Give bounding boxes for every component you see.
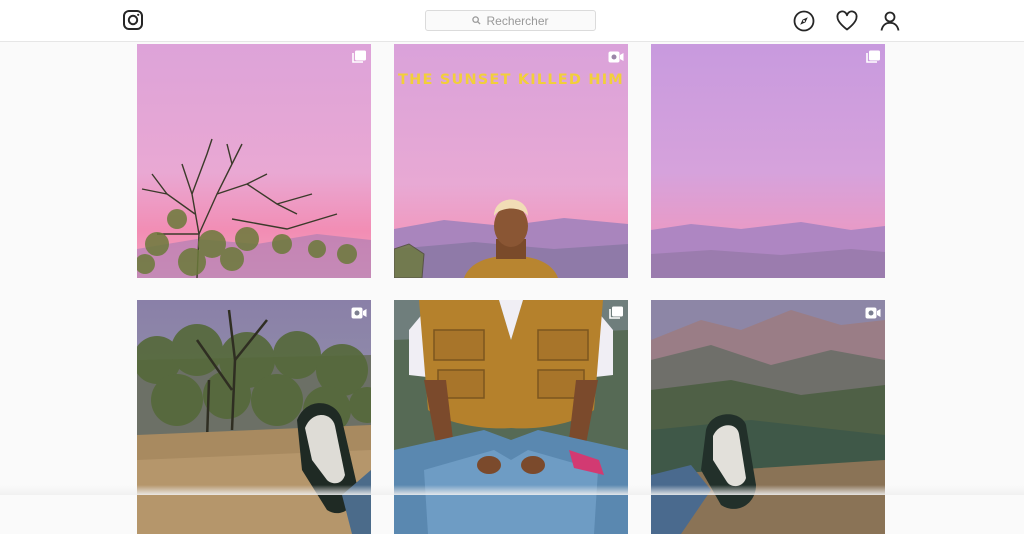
post-overlay-text: THE SUNSET KILLED HIM bbox=[398, 72, 624, 88]
post-image-pink-sky-mountains bbox=[651, 44, 885, 278]
post-tile-5[interactable] bbox=[394, 300, 628, 534]
album-icon bbox=[866, 50, 880, 63]
video-icon bbox=[865, 307, 881, 319]
post-tile-4[interactable] bbox=[137, 300, 371, 534]
post-grid: THE SUNSET KILLED HIM bbox=[0, 0, 1024, 534]
bottom-fade bbox=[0, 485, 1024, 495]
post-tile-2[interactable]: THE SUNSET KILLED HIM bbox=[394, 44, 628, 278]
post-tile-6[interactable] bbox=[651, 300, 885, 534]
post-tile-3[interactable] bbox=[651, 44, 885, 278]
video-icon bbox=[351, 307, 367, 319]
post-image-pink-sky-tree bbox=[137, 44, 371, 278]
post-image-seated-person-vest bbox=[394, 300, 628, 534]
post-image-valley-sneaker bbox=[651, 300, 885, 534]
post-tile-1[interactable] bbox=[137, 44, 371, 278]
video-icon bbox=[608, 51, 624, 63]
album-icon bbox=[609, 306, 623, 319]
post-image-hill-tree-sneaker bbox=[137, 300, 371, 534]
album-icon bbox=[352, 50, 366, 63]
